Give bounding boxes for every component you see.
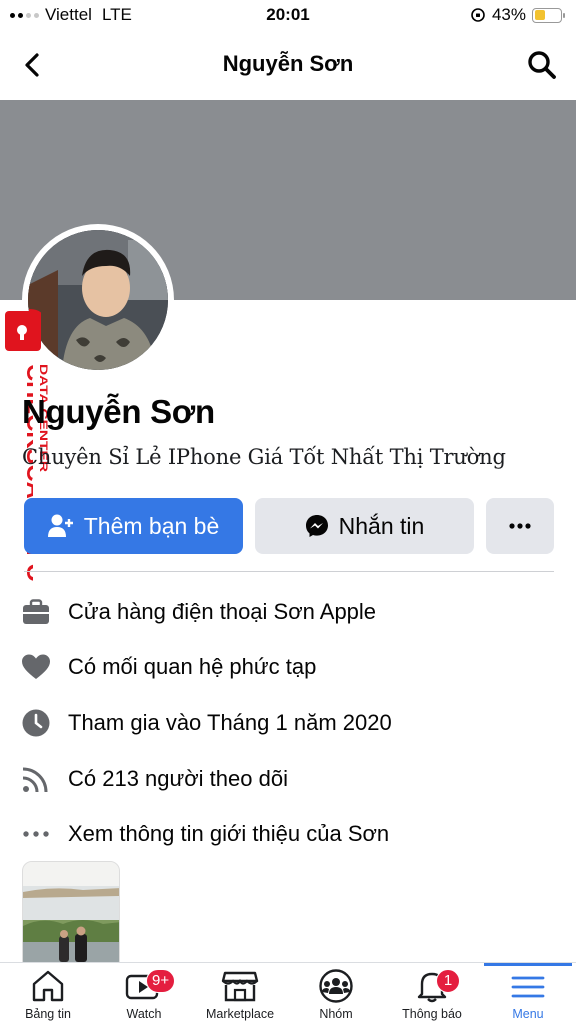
message-button[interactable]: Nhắn tin <box>255 498 474 554</box>
ellipsis-icon <box>22 820 50 848</box>
heart-icon <box>22 653 50 681</box>
watch-badge: 9+ <box>146 969 176 993</box>
profile-actions: Thêm bạn bè Nhắn tin <box>24 498 554 554</box>
section-divider <box>24 571 554 572</box>
profile-name: Nguyễn Sơn <box>22 393 215 430</box>
tab-watch[interactable]: 9+ Watch <box>96 963 192 1024</box>
profile-header: Nguyễn Sơn <box>0 38 576 92</box>
info-followers[interactable]: Có 213 người theo dõi <box>22 751 552 807</box>
info-text: Xem thông tin giới thiệu của Sơn <box>68 821 390 847</box>
profile-bio: Chuyên Sỉ Lẻ IPhone Giá Tốt Nhất Thị Trư… <box>22 445 506 469</box>
messenger-icon <box>305 515 328 537</box>
tab-notifications[interactable]: 1 Thông báo <box>384 963 480 1024</box>
profile-info-list: Cửa hàng điện thoại Sơn Apple Có mối qua… <box>22 584 552 862</box>
tab-label: Bảng tin <box>25 1007 71 1021</box>
tab-label: Marketplace <box>205 1007 275 1021</box>
search-button[interactable] <box>526 49 558 81</box>
tab-label: Thông báo <box>402 1007 462 1021</box>
tab-news-feed[interactable]: Bảng tin <box>0 963 96 1024</box>
info-text: Tham gia vào Tháng 1 năm 2020 <box>68 709 392 735</box>
rss-icon <box>22 765 50 793</box>
tab-label: Menu <box>512 1007 544 1021</box>
status-bar: Viettel LTE 20:01 43% <box>0 0 576 30</box>
profile-avatar[interactable] <box>22 224 174 376</box>
info-workplace[interactable]: Cửa hàng điện thoại Sơn Apple <box>22 584 552 640</box>
info-text: Có mối quan hệ phức tạp <box>68 654 317 680</box>
info-joined[interactable]: Tham gia vào Tháng 1 năm 2020 <box>22 695 552 751</box>
info-text: Có 213 người theo dõi <box>68 765 288 791</box>
search-icon <box>528 51 556 79</box>
clock-icon <box>22 709 50 737</box>
battery-percent: 43% <box>491 5 526 24</box>
home-icon <box>32 970 64 1002</box>
info-see-about[interactable]: Xem thông tin giới thiệu của Sơn <box>22 806 552 862</box>
info-relationship[interactable]: Có mối quan hệ phức tạp <box>22 640 552 696</box>
store-icon <box>221 971 259 1002</box>
message-label: Nhắn tin <box>338 512 425 539</box>
ellipsis-icon <box>509 523 531 529</box>
more-options-button[interactable] <box>486 498 554 554</box>
tab-label: Watch <box>126 1007 162 1021</box>
menu-icon <box>511 976 545 998</box>
orientation-lock-icon <box>471 8 485 22</box>
tab-label: Nhóm <box>319 1007 353 1021</box>
briefcase-icon <box>22 598 50 626</box>
add-friend-button[interactable]: Thêm bạn bè <box>24 498 243 554</box>
bottom-tab-bar: Bảng tin 9+ Watch Marketplace Nhóm 1 Thô… <box>0 962 576 1024</box>
notification-badge: 1 <box>436 969 460 993</box>
add-friend-label: Thêm bạn bè <box>83 512 220 539</box>
tab-menu[interactable]: Menu <box>480 963 576 1024</box>
groups-icon <box>319 969 353 1003</box>
tab-groups[interactable]: Nhóm <box>288 963 384 1024</box>
status-right: 43% <box>470 5 565 25</box>
avatar-photo <box>28 230 168 370</box>
watermark-lock-icon <box>5 309 45 353</box>
photo-thumbnail[interactable] <box>22 861 120 971</box>
tab-marketplace[interactable]: Marketplace <box>192 963 288 1024</box>
add-friend-icon <box>47 514 73 537</box>
info-text: Cửa hàng điện thoại Sơn Apple <box>68 598 377 624</box>
battery-icon <box>532 7 565 23</box>
header-title: Nguyễn Sơn <box>222 51 354 76</box>
